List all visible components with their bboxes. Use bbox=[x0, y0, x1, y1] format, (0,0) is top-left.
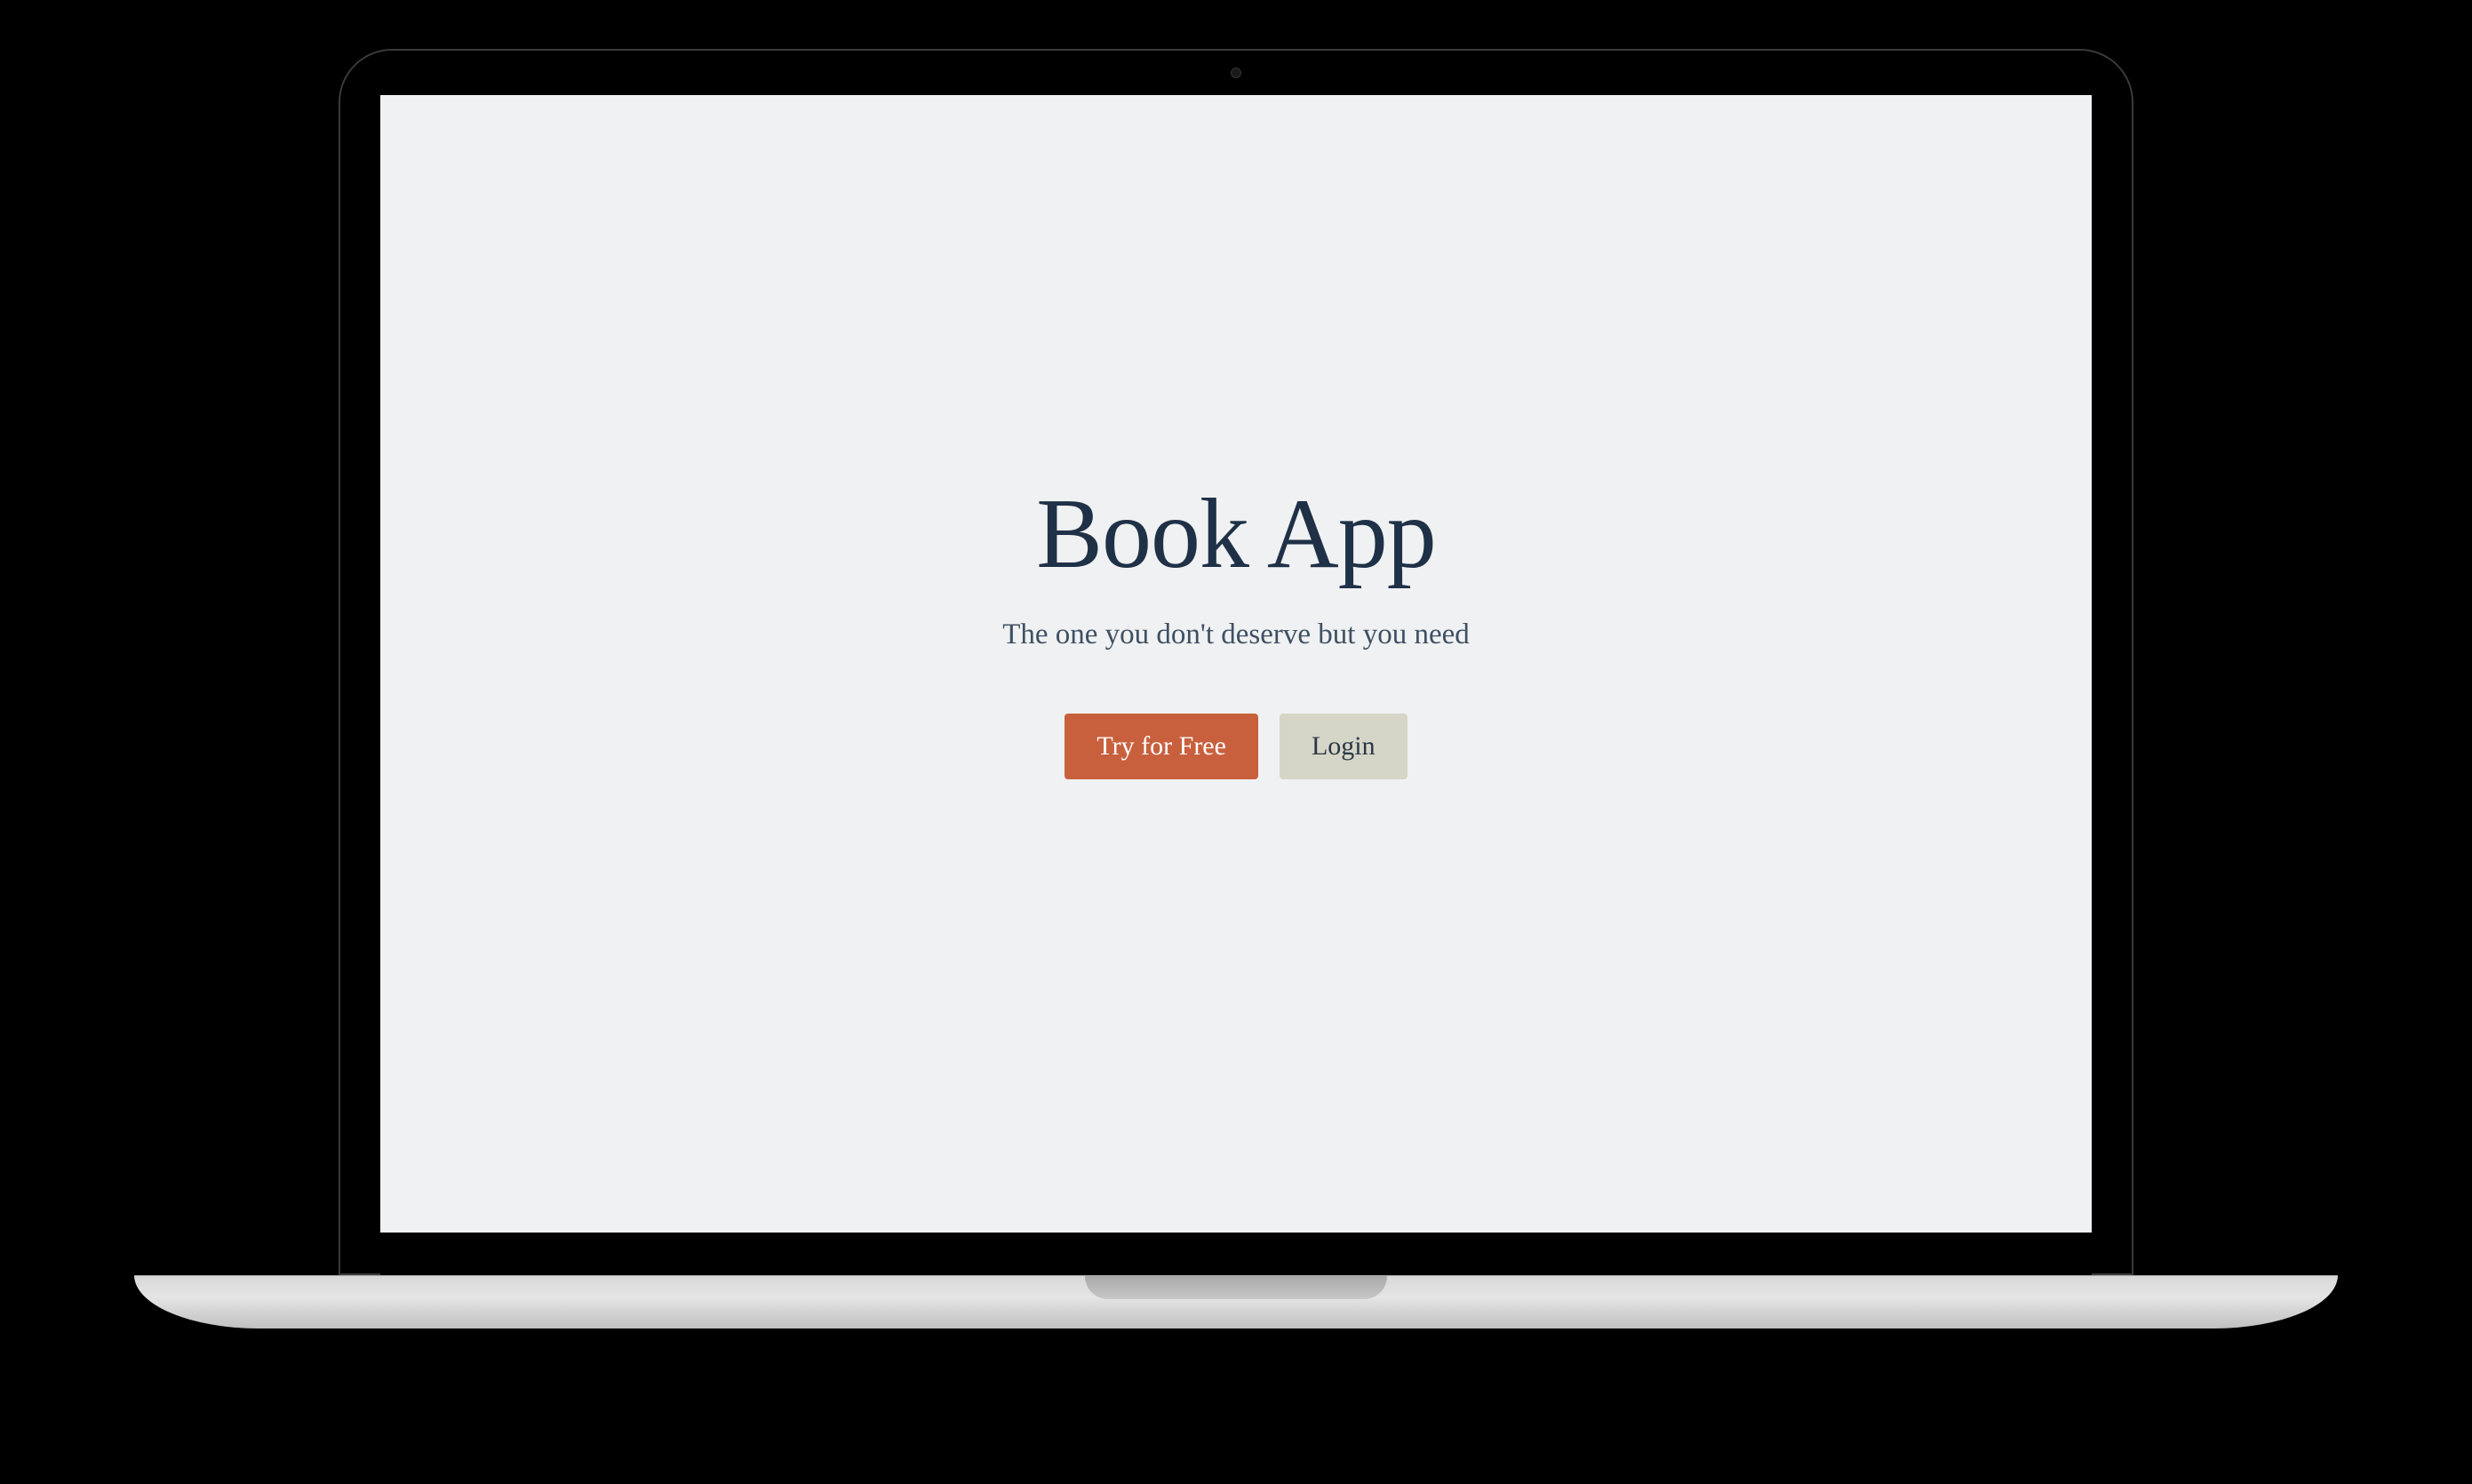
laptop-mockup: Book App The one you don't deserve but y… bbox=[134, 49, 2338, 1435]
app-screen: Book App The one you don't deserve but y… bbox=[380, 95, 2092, 1233]
app-title: Book App bbox=[1036, 477, 1435, 592]
try-for-free-button[interactable]: Try for Free bbox=[1065, 714, 1258, 779]
camera-icon bbox=[1231, 68, 1241, 78]
laptop-notch bbox=[1085, 51, 1387, 95]
app-tagline: The one you don't deserve but you need bbox=[1002, 618, 1470, 651]
laptop-screen-frame: Book App The one you don't deserve but y… bbox=[339, 49, 2133, 1275]
screen-bottom-bar bbox=[380, 1233, 2092, 1277]
laptop-base bbox=[134, 1275, 2338, 1328]
cta-button-row: Try for Free Login bbox=[1065, 714, 1407, 779]
login-button[interactable]: Login bbox=[1280, 714, 1407, 779]
